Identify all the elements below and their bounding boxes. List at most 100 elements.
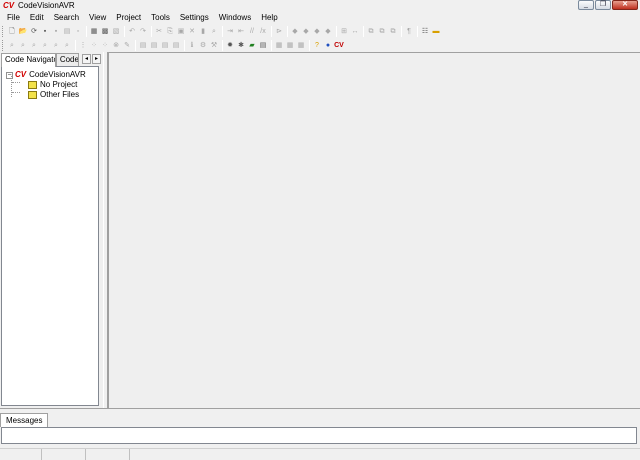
reopen-icon[interactable]: ⟳ — [29, 26, 39, 37]
project-add-icon[interactable]: ▤ — [149, 40, 159, 51]
toolbar-separator — [287, 25, 288, 37]
menu-search[interactable]: Search — [49, 12, 84, 24]
indent-icon[interactable]: ⇥ — [225, 26, 235, 37]
debugger-icon[interactable]: ✱ — [236, 40, 246, 51]
paste-icon[interactable]: ▣ — [176, 26, 186, 37]
lcd-editor-icon[interactable]: ▦ — [274, 40, 284, 51]
cut-icon[interactable]: ✂ — [154, 26, 164, 37]
tree-item-label: Other Files — [40, 90, 80, 99]
replace-icon[interactable]: ⌕ — [40, 40, 50, 51]
unindent-icon[interactable]: ⇤ — [236, 26, 246, 37]
info-icon[interactable]: ℹ — [187, 40, 197, 51]
copy-icon[interactable]: ⎘ — [165, 26, 175, 37]
delete-icon[interactable]: ✕ — [187, 26, 197, 37]
split-view-icon[interactable]: ↔ — [350, 26, 360, 37]
toolbar-separator — [222, 25, 223, 37]
window-cascade-icon[interactable]: ⧉ — [377, 26, 387, 37]
menu-view[interactable]: View — [84, 12, 111, 24]
save-icon[interactable]: ▪ — [40, 26, 50, 37]
tab-scroll-right-button[interactable]: ▸ — [92, 54, 101, 64]
find-prev-icon[interactable]: ⌕ — [29, 40, 39, 51]
toggle-bookmark-icon[interactable]: ⊳ — [274, 26, 284, 37]
menu-help[interactable]: Help — [256, 12, 282, 24]
configure-icon[interactable]: ⚙ — [198, 40, 208, 51]
toolbar-separator — [86, 25, 87, 37]
window-arrange-icon[interactable]: ⧉ — [388, 26, 398, 37]
chip-programmer-icon[interactable]: ▰ — [247, 40, 257, 51]
status-panel-4 — [130, 449, 640, 460]
terminal-icon[interactable]: ▤ — [258, 40, 268, 51]
tree-item-no-project[interactable]: No Project — [28, 80, 77, 90]
tab-code-navigator[interactable]: Code Navigator — [1, 53, 56, 67]
tree-item-other-files[interactable]: Other Files — [28, 90, 79, 100]
uncomment-icon[interactable]: /x — [258, 26, 268, 37]
menu-windows[interactable]: Windows — [214, 12, 256, 24]
status-panel-3 — [86, 449, 130, 460]
project-config-icon[interactable]: ▤ — [138, 40, 148, 51]
tab-code-templates[interactable]: Code T — [55, 53, 79, 66]
window-tile-icon[interactable]: ⧉ — [366, 26, 376, 37]
replace-in-files-icon[interactable]: ⌕ — [62, 40, 72, 51]
char-map-icon[interactable]: ▦ — [285, 40, 295, 51]
menu-settings[interactable]: Settings — [175, 12, 214, 24]
horizontal-splitter[interactable] — [0, 408, 640, 412]
font-editor-icon[interactable]: ▦ — [296, 40, 306, 51]
goto-line-icon[interactable]: ◆ — [312, 26, 322, 37]
toolbar-grip[interactable] — [2, 39, 5, 51]
menu-file[interactable]: File — [2, 12, 25, 24]
tab-scroll-left-button[interactable]: ◂ — [82, 54, 91, 64]
comment-icon[interactable]: // — [247, 26, 257, 37]
bookmark-next-icon[interactable]: ◆ — [301, 26, 311, 37]
minimize-button[interactable]: _ — [578, 0, 594, 10]
find-next-icon[interactable]: ⌕ — [18, 40, 28, 51]
codewizard-icon[interactable]: ✹ — [225, 40, 235, 51]
about-cvavr-icon[interactable]: CV — [334, 40, 344, 51]
navigator-panel: Code Navigator Code T ◂ ▸ − CV CodeVisio… — [0, 52, 103, 408]
replace-all-icon[interactable]: ⌕ — [51, 40, 61, 51]
goto-icon[interactable]: ⋮ — [78, 40, 88, 51]
project-close-icon[interactable]: ▤ — [171, 40, 181, 51]
redo-icon[interactable]: ↷ — [138, 26, 148, 37]
navigator-tabs: Code Navigator Code T ◂ ▸ — [1, 53, 101, 67]
bookmark-prev-icon[interactable]: ◆ — [290, 26, 300, 37]
build-icon[interactable]: ▦ — [89, 26, 99, 37]
column-select-icon[interactable]: ⊞ — [339, 26, 349, 37]
layout-icon[interactable]: ▬ — [431, 26, 441, 37]
menu-project[interactable]: Project — [111, 12, 146, 24]
toolbar-separator — [336, 25, 337, 37]
menu-edit[interactable]: Edit — [25, 12, 49, 24]
tree-item-label: No Project — [40, 80, 78, 89]
tool-icon[interactable]: ✎ — [122, 40, 132, 51]
find-icon[interactable]: ⌕ — [209, 26, 219, 37]
compile-icon[interactable]: ▩ — [100, 26, 110, 37]
menu-tools[interactable]: Tools — [146, 12, 175, 24]
toolbar-separator — [309, 39, 310, 51]
new-file-icon[interactable]: 🗋 — [7, 26, 17, 37]
toolbar-grip[interactable] — [2, 25, 5, 37]
undo-icon[interactable]: ↶ — [127, 26, 137, 37]
select-all-icon[interactable]: ▮ — [198, 26, 208, 37]
tab-messages[interactable]: Messages — [0, 413, 49, 427]
status-bar — [0, 448, 640, 460]
help-icon[interactable]: ? — [312, 40, 322, 51]
stop-icon[interactable]: ⊗ — [111, 40, 121, 51]
paragraph-icon[interactable]: ¶ — [404, 26, 414, 37]
restore-button[interactable]: ❐ — [595, 0, 611, 10]
close-file-icon[interactable]: ▫ — [73, 26, 83, 37]
open-file-icon[interactable]: 📂 — [18, 26, 28, 37]
toolbar-separator — [135, 39, 136, 51]
print-icon[interactable]: ▤ — [62, 26, 72, 37]
toolbar-separator — [401, 25, 402, 37]
make-icon[interactable]: ⚒ — [209, 40, 219, 51]
print-preview-icon[interactable]: ▧ — [111, 26, 121, 37]
save-all-icon[interactable]: ▪ — [51, 26, 61, 37]
close-button[interactable]: ✕ — [612, 0, 638, 10]
error-next-icon[interactable]: ⁘ — [89, 40, 99, 51]
toolbar-separator — [124, 25, 125, 37]
find-in-files-icon[interactable]: ⌕ — [7, 40, 17, 51]
project-remove-icon[interactable]: ▤ — [160, 40, 170, 51]
match-brace-icon[interactable]: ◆ — [323, 26, 333, 37]
options-icon[interactable]: ☷ — [420, 26, 430, 37]
error-prev-icon[interactable]: ⁘ — [100, 40, 110, 51]
web-icon[interactable]: ● — [323, 40, 333, 51]
